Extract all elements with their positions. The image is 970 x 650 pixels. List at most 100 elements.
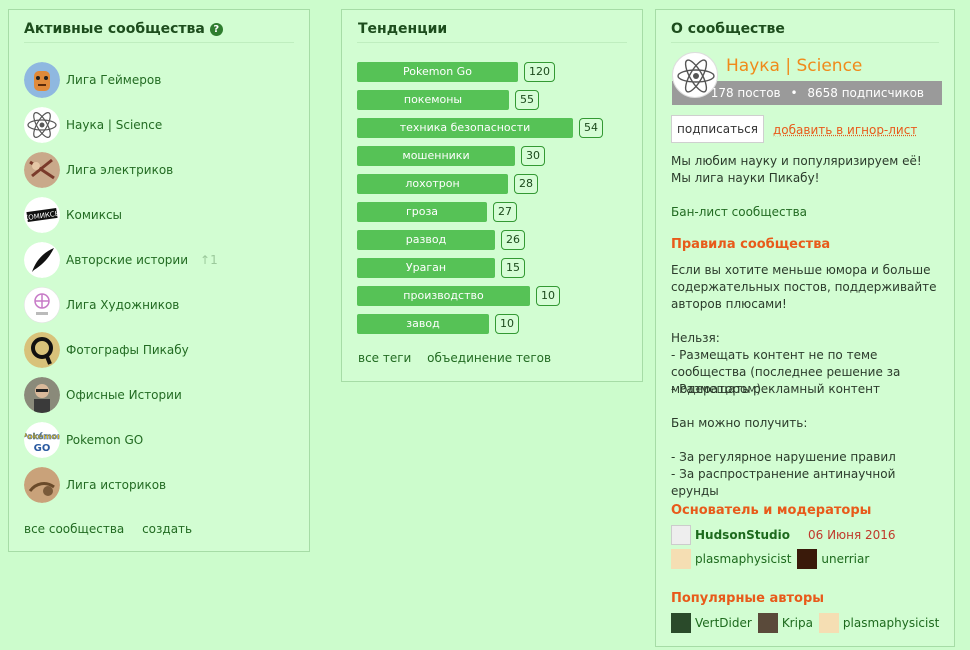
author-user[interactable]: plasmaphysicist: [818, 613, 939, 633]
community-item[interactable]: Лига Геймеров: [24, 62, 161, 98]
trends-panel: Тенденции Pokemon Go 120 покемоны 55 техни…: [341, 9, 643, 382]
trend-tag[interactable]: гроза 27: [357, 202, 517, 222]
subscribe-button[interactable]: подписаться: [671, 115, 764, 143]
community-item[interactable]: Лига электриков: [24, 152, 173, 188]
community-name: Лига Художников: [66, 298, 180, 312]
community-item[interactable]: Авторские истории ↑1: [24, 242, 218, 278]
trend-tag[interactable]: техника безопасности 54: [357, 118, 603, 138]
tag-count: 120: [524, 62, 555, 82]
tag-label[interactable]: техника безопасности: [357, 118, 573, 138]
tag-count: 28: [514, 174, 538, 194]
tag-label[interactable]: лохотрон: [357, 174, 508, 194]
community-item[interactable]: Лига Художников: [24, 287, 179, 323]
tag-count: 15: [501, 258, 525, 278]
moderator-user[interactable]: unerriar: [797, 549, 869, 569]
tag-label[interactable]: развод: [357, 230, 495, 250]
ban-list-link[interactable]: Бан-лист сообщества: [671, 204, 941, 221]
merge-tags-link[interactable]: объединение тегов: [427, 351, 551, 365]
svg-text:GO: GO: [34, 443, 51, 454]
rule-item: - Размещать рекламный контент: [671, 382, 880, 396]
tag-label[interactable]: производство: [357, 286, 530, 306]
community-name: Офисные Истории: [66, 388, 182, 402]
comics-avatar: КОМИКСЫ: [24, 197, 60, 233]
community-item[interactable]: Фотографы Пикабу: [24, 332, 189, 368]
trend-tag[interactable]: развод 26: [357, 230, 525, 250]
svg-text:Pokémon: Pokémon: [24, 431, 60, 441]
trend-tag[interactable]: мошенники 30: [357, 146, 545, 166]
moderator-user[interactable]: plasmaphysicist: [671, 549, 791, 569]
tag-count: 54: [579, 118, 603, 138]
community-name: Наука | Science: [726, 56, 863, 76]
community-item[interactable]: Офисные Истории: [24, 377, 182, 413]
community-name: Комиксы: [66, 208, 123, 222]
divider: [24, 42, 294, 43]
tag-label[interactable]: Ураган: [357, 258, 495, 278]
gamer-avatar: [24, 62, 60, 98]
mods-title: Основатель и модераторы: [671, 503, 872, 518]
author-avatar: [818, 613, 839, 633]
ignore-link[interactable]: добавить в игнор-лист: [773, 123, 917, 137]
community-item[interactable]: Pokémon GO Pokemon GO: [24, 422, 143, 458]
posts-count: 178 постов: [710, 86, 781, 100]
create-community-link[interactable]: создать: [142, 522, 192, 536]
tag-label[interactable]: завод: [357, 314, 489, 334]
authors-row: VertDider Kripa plasmaphysicist: [671, 613, 941, 633]
community-name: Лига Геймеров: [66, 73, 162, 87]
artist-avatar: [24, 287, 60, 323]
community-item[interactable]: КОМИКСЫ Комиксы: [24, 197, 122, 233]
active-communities-title: Активные сообщества?: [24, 21, 223, 37]
moderator-avatar: [797, 549, 818, 569]
tag-count: 10: [495, 314, 519, 334]
rules-intro: Если вы хотите меньше юмора и больше сод…: [671, 263, 937, 311]
author-avatar: [671, 613, 691, 633]
founder-avatar: [671, 525, 691, 545]
tag-count: 55: [515, 90, 539, 110]
photographer-avatar: [24, 332, 60, 368]
community-item[interactable]: Лига историков: [24, 467, 166, 503]
community-name: Pokemon GO: [66, 433, 144, 447]
tag-count: 10: [536, 286, 560, 306]
tag-label[interactable]: покемоны: [357, 90, 509, 110]
mods-row: plasmaphysicist unerriar: [671, 549, 941, 569]
author-avatar: [757, 613, 778, 633]
tag-label[interactable]: Pokemon Go: [357, 62, 518, 82]
founder-user[interactable]: HudsonStudio: [671, 525, 790, 545]
community-name: Авторские истории: [66, 253, 189, 267]
trend-tag[interactable]: Pokemon Go 120: [357, 62, 555, 82]
help-icon[interactable]: ?: [209, 23, 223, 36]
trend-tag[interactable]: лохотрон 28: [357, 174, 538, 194]
community-name: Лига электриков: [66, 163, 174, 177]
tag-label[interactable]: гроза: [357, 202, 487, 222]
pokemon-avatar: Pokémon GO: [24, 422, 60, 458]
subscribers-count: 8658 подписчиков: [807, 86, 924, 100]
rules-forbidden-title: Нельзя:: [671, 331, 720, 345]
divider: [357, 42, 627, 43]
ban-title: Бан можно получить:: [671, 416, 808, 430]
atom-avatar: [24, 107, 60, 143]
tag-count: 26: [501, 230, 525, 250]
all-tags-link[interactable]: все теги: [358, 351, 411, 365]
community-item[interactable]: Наука | Science: [24, 107, 162, 143]
founded-date: 06 Июня 2016: [807, 527, 896, 542]
history-avatar: [24, 467, 60, 503]
author-user[interactable]: VertDider: [671, 613, 752, 633]
trend-tag[interactable]: Ураган 15: [357, 258, 525, 278]
trend-tag[interactable]: покемоны 55: [357, 90, 539, 110]
trend-tag[interactable]: завод 10: [357, 314, 519, 334]
trend-tag[interactable]: производство 10: [357, 286, 560, 306]
trends-title: Тенденции: [358, 21, 448, 37]
about-community-panel: О сообществе 178 постов • 8658 подписчик…: [655, 9, 955, 647]
atom-icon: [672, 52, 718, 98]
author-user[interactable]: Kripa: [757, 613, 813, 633]
rising-badge: ↑1: [200, 253, 218, 267]
founder-row: HudsonStudio 06 Июня 2016: [671, 525, 941, 545]
tag-count: 27: [493, 202, 517, 222]
ban-item: - За распространение антинаучной ерунды: [671, 467, 896, 498]
tag-count: 30: [521, 146, 545, 166]
moderator-avatar: [671, 549, 691, 569]
quill-avatar: [24, 242, 60, 278]
tag-label[interactable]: мошенники: [357, 146, 515, 166]
all-communities-link[interactable]: все сообщества: [24, 522, 124, 536]
about-title: О сообществе: [671, 21, 785, 37]
community-description: Мы любим науку и популяризируем её! Мы л…: [671, 154, 922, 185]
